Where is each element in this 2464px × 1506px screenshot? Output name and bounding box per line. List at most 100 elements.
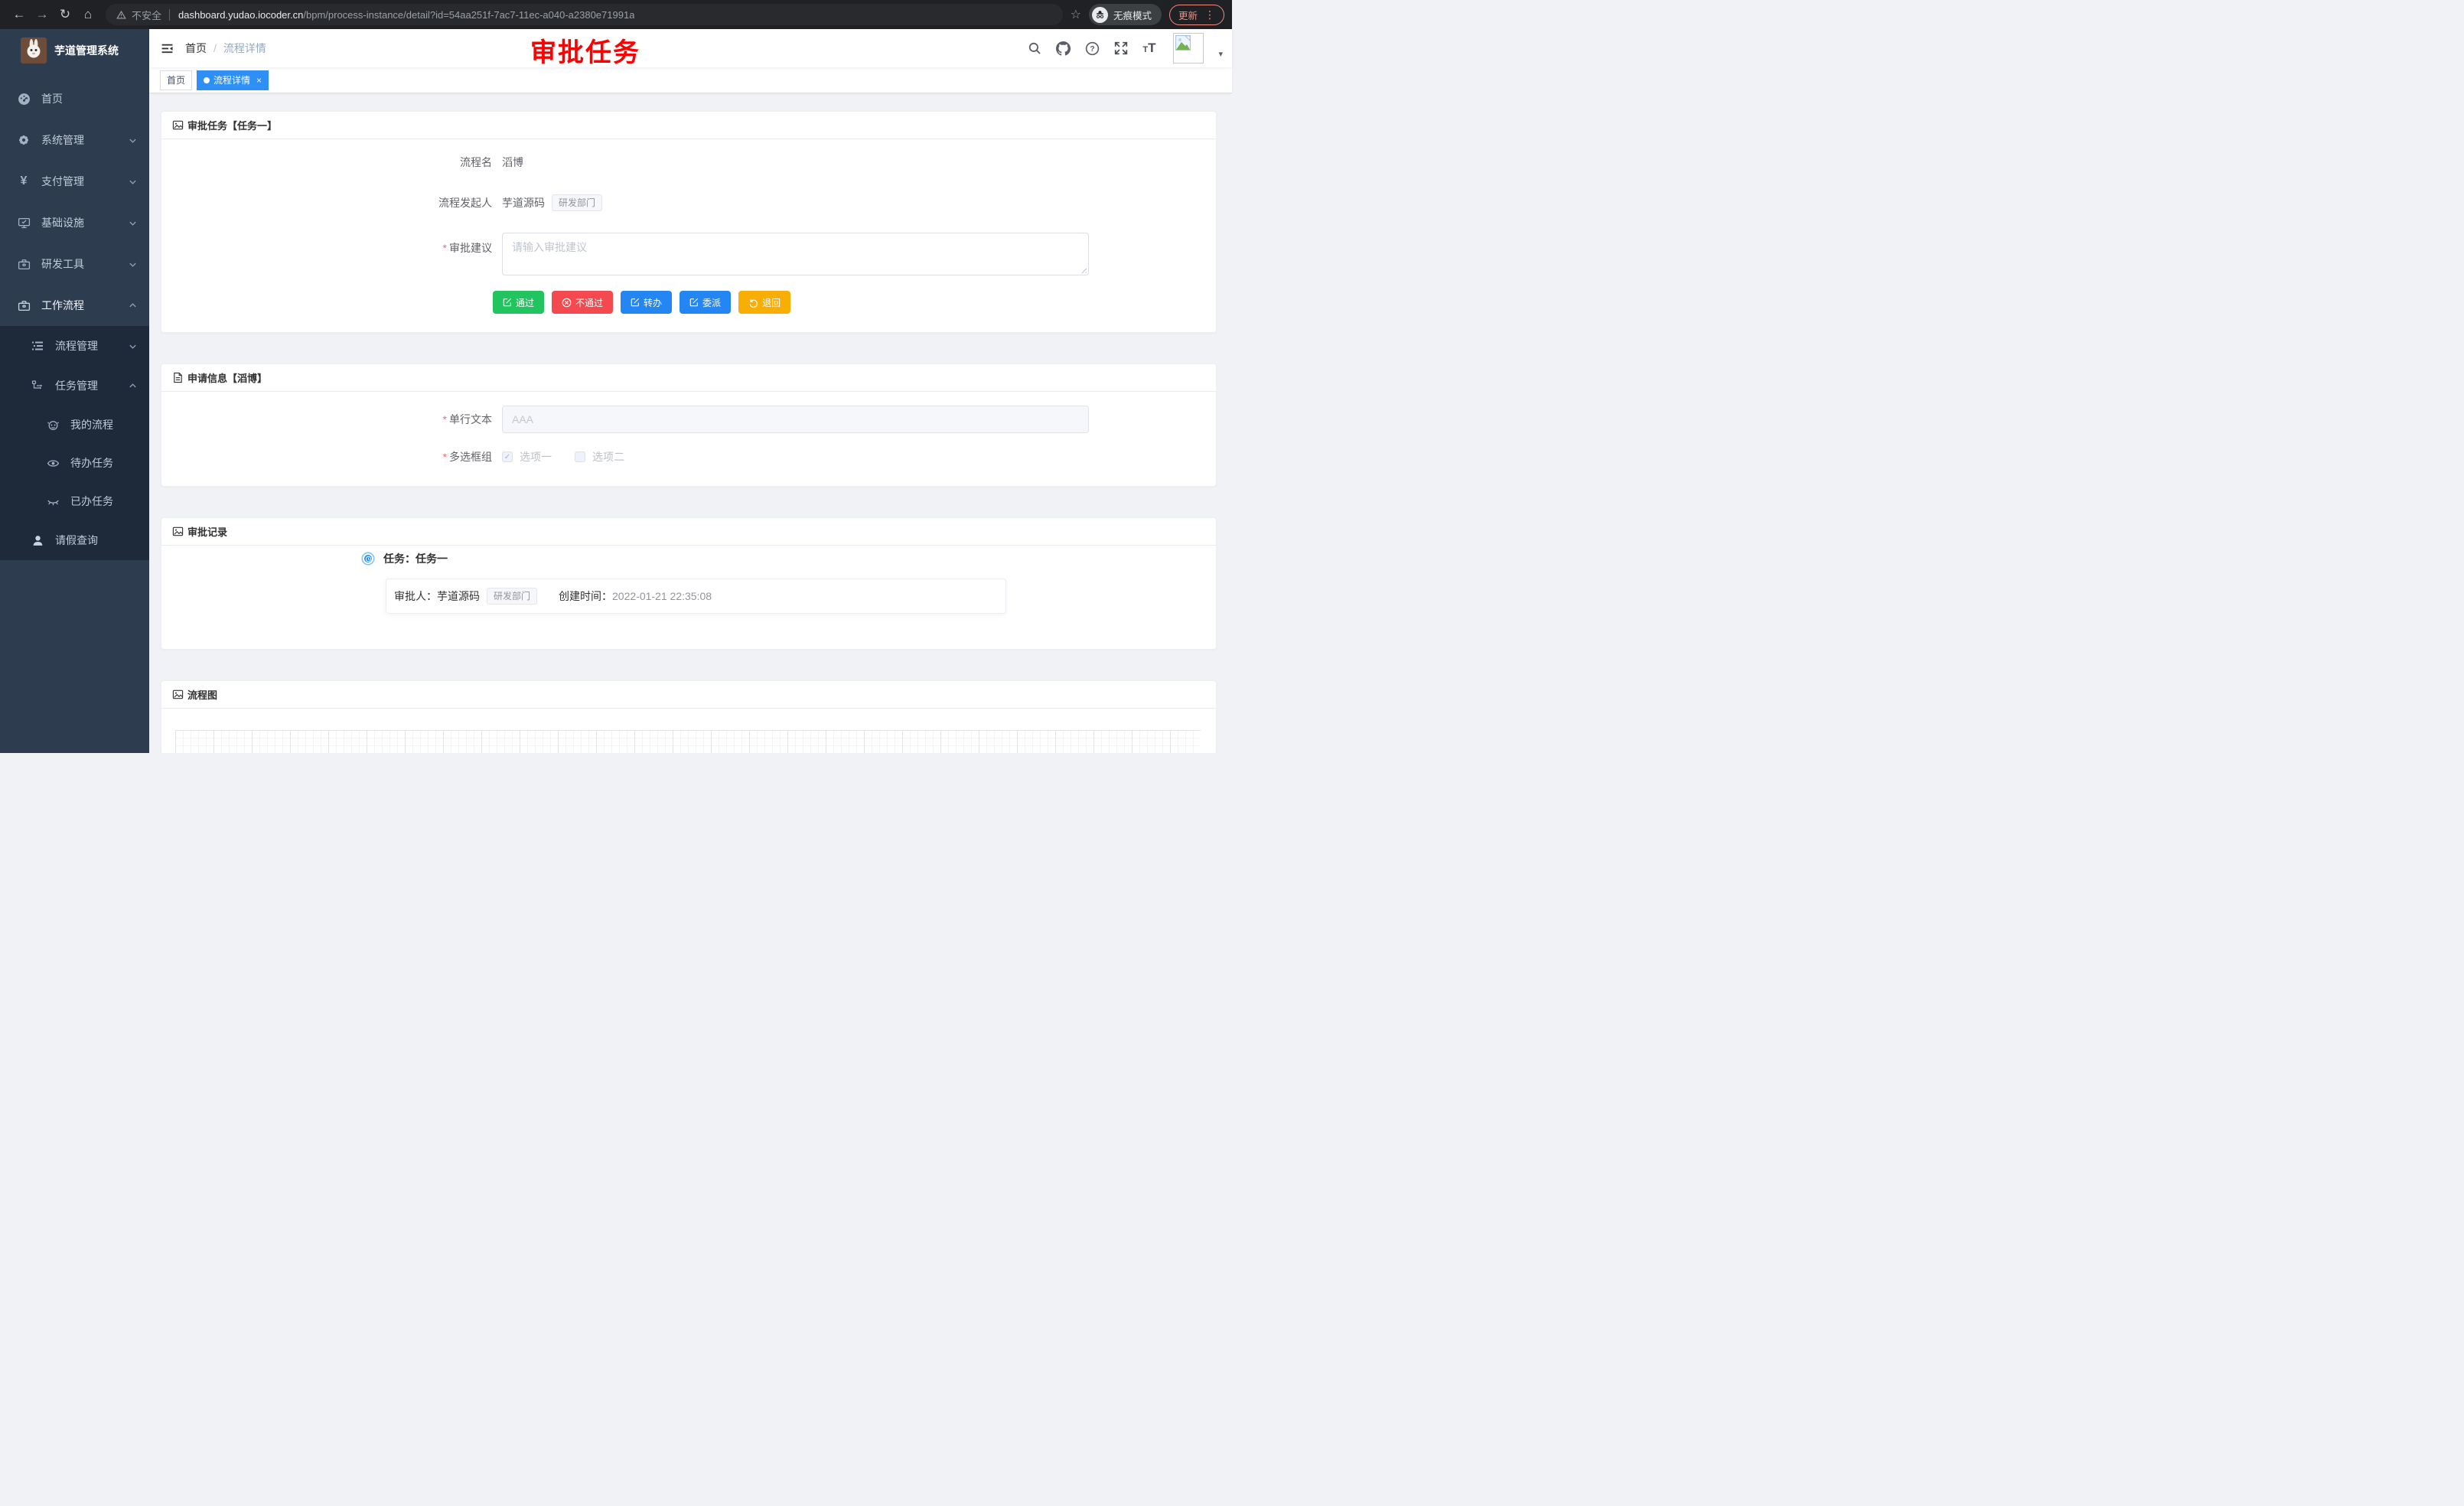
- avatar[interactable]: [1173, 33, 1204, 64]
- help-icon[interactable]: ?: [1085, 41, 1100, 56]
- delegate-button[interactable]: 委派: [680, 291, 731, 314]
- fold-icon: [161, 42, 174, 55]
- toolbox-icon: [15, 258, 32, 271]
- tab-process-detail[interactable]: 流程详情 ×: [197, 70, 269, 90]
- sidebar-item-home[interactable]: 首页: [0, 78, 149, 119]
- card-body: 流程名 滔博 流程发起人 芋道源码 研发部门 *审批建议: [161, 139, 1216, 332]
- single-line-text-input[interactable]: [502, 406, 1089, 433]
- sidebar-item-done-tasks[interactable]: 已办任务: [0, 482, 149, 520]
- sidebar-item-my-process[interactable]: 我的流程: [0, 406, 149, 444]
- sidebar-item-label: 研发工具: [41, 256, 129, 272]
- avatar-caret-icon[interactable]: ▾: [1218, 49, 1223, 59]
- created-time-label: 创建时间：: [559, 588, 612, 604]
- navbar-actions: ? TT ▾: [1028, 33, 1232, 64]
- url-domain: dashboard.yudao.iocoder.cn: [178, 9, 303, 21]
- active-tab-dot: [204, 77, 210, 83]
- breadcrumb: 首页 / 流程详情: [185, 41, 266, 56]
- bookmark-star-icon[interactable]: ☆: [1071, 7, 1081, 22]
- eye-closed-icon: [44, 495, 61, 508]
- checkbox-label: 选项二: [592, 449, 624, 465]
- browser-reload-button[interactable]: ↻: [54, 3, 77, 26]
- return-button[interactable]: 退回: [738, 291, 790, 314]
- security-label[interactable]: 不安全: [132, 8, 161, 22]
- pass-button[interactable]: 通过: [493, 291, 544, 314]
- card-header: 流程图: [161, 681, 1216, 709]
- sidebar-item-devtools[interactable]: 研发工具: [0, 243, 149, 285]
- breadcrumb-current: 流程详情: [223, 41, 266, 56]
- sidebar-item-label: 我的流程: [70, 417, 137, 432]
- tab-close-icon[interactable]: ×: [256, 75, 262, 86]
- incognito-label: 无痕模式: [1113, 8, 1152, 22]
- url-bar[interactable]: 不安全 dashboard.yudao.iocoder.cn/bpm/proce…: [106, 4, 1063, 25]
- transfer-button[interactable]: 转办: [621, 291, 672, 314]
- logo-image: [21, 37, 47, 64]
- sidebar-item-payment[interactable]: ¥ 支付管理: [0, 161, 149, 202]
- omnibox-divider: [169, 9, 170, 21]
- dept-tag: 研发部门: [552, 194, 602, 211]
- monitor-icon: [15, 217, 32, 230]
- sidebar-item-task-mgmt[interactable]: 任务管理: [0, 366, 149, 406]
- browser-back-button[interactable]: ←: [8, 3, 31, 26]
- dept-tag: 研发部门: [487, 588, 537, 605]
- sidebar-item-system[interactable]: 系统管理: [0, 119, 149, 161]
- sidebar-item-label: 已办任务: [70, 494, 137, 509]
- approve-task-card: 审批任务【任务一】 流程名 滔博 流程发起人 芋道源码 研发部门 *审批建议: [161, 111, 1217, 333]
- app-logo[interactable]: 芋道管理系统: [0, 29, 149, 72]
- task-name: 任务：任务一: [383, 551, 448, 566]
- reject-button[interactable]: 不通过: [552, 291, 613, 314]
- breadcrumb-home[interactable]: 首页: [185, 41, 207, 56]
- search-icon[interactable]: [1028, 41, 1041, 55]
- text-field-row: *单行文本: [161, 406, 1216, 433]
- picture-icon: [172, 689, 184, 700]
- flow-icon: [29, 380, 46, 392]
- card-title: 流程图: [187, 687, 217, 702]
- main-area: 审批任务 首页 / 流程详情: [149, 29, 1232, 753]
- chevron-down-icon: [129, 219, 137, 227]
- browser-update-button[interactable]: 更新 ⋮: [1169, 5, 1224, 25]
- sidebar-item-workflow[interactable]: 工作流程: [0, 285, 149, 326]
- process-name-label: 流程名: [161, 155, 502, 170]
- github-icon[interactable]: [1056, 41, 1071, 56]
- fullscreen-icon[interactable]: [1114, 41, 1128, 55]
- browser-toolbar: ← → ↻ ⌂ 不安全 dashboard.yudao.iocoder.cn/b…: [0, 0, 1232, 29]
- eye-open-icon: [44, 457, 61, 470]
- user-icon: [29, 534, 46, 547]
- picture-icon: [172, 119, 184, 131]
- breadcrumb-separator: /: [213, 42, 217, 54]
- chevron-down-icon: [129, 342, 137, 350]
- briefcase-icon: [15, 299, 32, 312]
- approver-label: 审批人：: [394, 588, 437, 604]
- sidebar-item-process-mgmt[interactable]: 流程管理: [0, 326, 149, 366]
- browser-forward-button[interactable]: →: [31, 3, 54, 26]
- page-content: 审批任务【任务一】 流程名 滔博 流程发起人 芋道源码 研发部门 *审批建议: [149, 93, 1232, 753]
- required-asterisk: *: [443, 451, 447, 463]
- sidebar-item-infra[interactable]: 基础设施: [0, 202, 149, 243]
- card-title: 审批记录: [187, 524, 227, 539]
- sidebar-item-leave-query[interactable]: 请假查询: [0, 520, 149, 560]
- browser-menu-icon[interactable]: ⋮: [1204, 8, 1215, 21]
- card-header: 审批任务【任务一】: [161, 112, 1216, 139]
- people-icon: [44, 419, 61, 432]
- document-icon: [172, 372, 184, 383]
- card-body: 任务：任务一 审批人： 芋道源码 研发部门 创建时间： 2022-01-21 2…: [161, 546, 1216, 649]
- suggestion-textarea[interactable]: [502, 233, 1089, 275]
- chevron-down-icon: [129, 178, 137, 186]
- top-navbar: 首页 / 流程详情 ?: [149, 29, 1232, 67]
- tab-home[interactable]: 首页: [160, 70, 192, 90]
- checkbox-option-1[interactable]: ✓ 选项一: [502, 449, 552, 465]
- card-title: 申请信息【滔博】: [187, 370, 267, 385]
- timeline-task-row: 任务：任务一: [363, 551, 1216, 566]
- required-asterisk: *: [443, 413, 447, 425]
- incognito-icon: [1092, 7, 1108, 23]
- checkbox-option-2[interactable]: 选项二: [575, 449, 624, 465]
- sidebar-item-label: 首页: [41, 91, 137, 106]
- process-diagram-card: 流程图: [161, 680, 1217, 753]
- sidebar-fold-button[interactable]: [149, 29, 185, 67]
- picture-icon: [172, 526, 184, 537]
- tab-label: 流程详情: [213, 73, 250, 86]
- browser-home-button[interactable]: ⌂: [77, 3, 99, 26]
- sidebar-item-todo-tasks[interactable]: 待办任务: [0, 444, 149, 482]
- bpmn-canvas[interactable]: [175, 730, 1201, 753]
- font-size-icon[interactable]: TT: [1142, 41, 1155, 56]
- sidebar-item-label: 流程管理: [55, 338, 129, 354]
